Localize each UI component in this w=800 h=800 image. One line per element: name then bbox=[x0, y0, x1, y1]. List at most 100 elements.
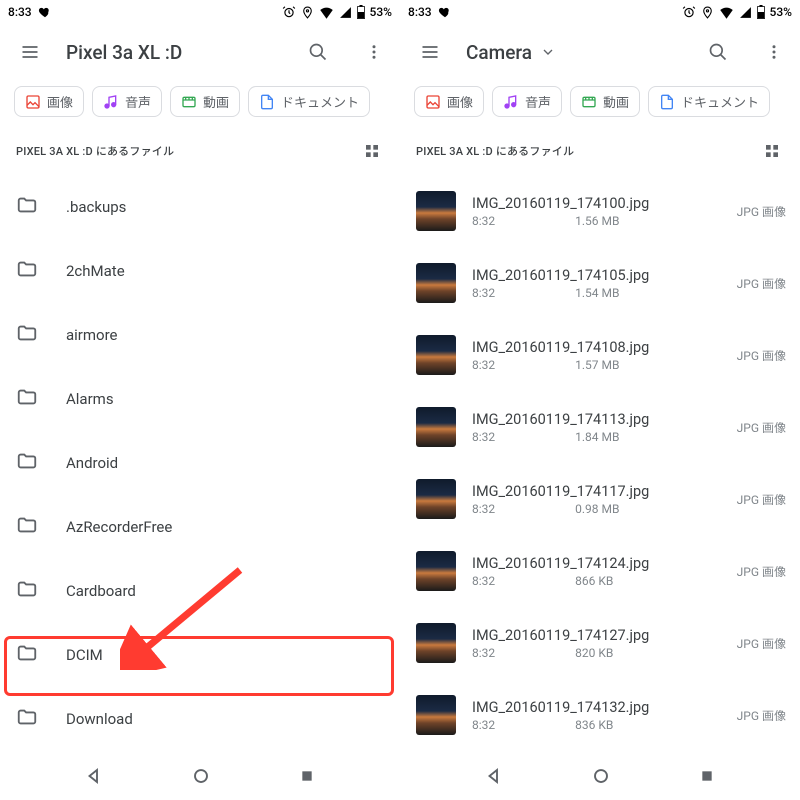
file-size: 1.56 MB bbox=[575, 214, 619, 228]
overflow-button[interactable] bbox=[354, 32, 394, 72]
app-bar: Camera bbox=[400, 24, 800, 80]
file-row[interactable]: IMG_20160119_174117.jpg 8:320.98 MB JPG 画像 bbox=[400, 463, 800, 535]
chip-label: 画像 bbox=[47, 92, 73, 111]
signal-icon bbox=[739, 6, 752, 19]
heart-icon bbox=[438, 5, 452, 19]
nav-bar bbox=[0, 756, 400, 800]
folder-icon bbox=[16, 258, 38, 284]
file-meta: 8:320.98 MB bbox=[472, 502, 729, 516]
file-thumbnail bbox=[416, 335, 456, 375]
file-type: JPG 画像 bbox=[737, 491, 786, 508]
chip-image[interactable]: 画像 bbox=[14, 86, 84, 117]
folder-row[interactable]: .backups bbox=[0, 175, 400, 239]
overflow-button[interactable] bbox=[754, 32, 794, 72]
location-icon bbox=[701, 6, 714, 19]
file-size: 866 KB bbox=[575, 574, 613, 588]
nav-home-button[interactable] bbox=[592, 767, 610, 789]
folder-row[interactable]: Android bbox=[0, 431, 400, 495]
chip-label: ドキュメント bbox=[281, 92, 359, 111]
page-title-dropdown[interactable]: Camera bbox=[466, 41, 556, 64]
file-thumbnail bbox=[416, 407, 456, 447]
folder-row[interactable]: Alarms bbox=[0, 367, 400, 431]
search-button[interactable] bbox=[698, 32, 738, 72]
file-thumbnail bbox=[416, 695, 456, 735]
file-time: 8:32 bbox=[472, 574, 495, 588]
file-info: IMG_20160119_174117.jpg 8:320.98 MB bbox=[472, 483, 729, 516]
folder-icon bbox=[16, 322, 38, 348]
title-text: Camera bbox=[466, 41, 532, 64]
battery-pct: 53% bbox=[370, 5, 392, 19]
filter-chips: 画像 音声 動画 ドキュメント bbox=[400, 80, 800, 127]
chip-label: 動画 bbox=[603, 92, 629, 111]
menu-button[interactable] bbox=[410, 32, 450, 72]
chip-video[interactable]: 動画 bbox=[570, 86, 640, 117]
wifi-icon bbox=[319, 6, 334, 19]
menu-button[interactable] bbox=[10, 32, 50, 72]
file-info: IMG_20160119_174100.jpg8:321.56 MB bbox=[472, 195, 729, 228]
file-row[interactable]: IMG_20160119_174124.jpg8:32866 KBJPG 画像 bbox=[400, 535, 800, 607]
file-meta: 8:321.54 MB bbox=[472, 286, 729, 300]
file-name: IMG_20160119_174132.jpg bbox=[472, 699, 729, 716]
nav-recent-button[interactable] bbox=[299, 768, 315, 788]
folder-row[interactable]: AzRecorderFree bbox=[0, 495, 400, 559]
file-list: IMG_20160119_174100.jpg8:321.56 MBJPG 画像… bbox=[400, 175, 800, 756]
nav-recent-button[interactable] bbox=[699, 768, 715, 788]
nav-back-button[interactable] bbox=[85, 767, 103, 789]
file-info: IMG_20160119_174105.jpg8:321.54 MB bbox=[472, 267, 729, 300]
file-thumbnail bbox=[416, 263, 456, 303]
file-row[interactable]: IMG_20160119_174127.jpg8:32820 KBJPG 画像 bbox=[400, 607, 800, 679]
view-toggle-button[interactable] bbox=[358, 137, 386, 165]
location-text: PIXEL 3A XL :D にあるファイル bbox=[416, 143, 574, 159]
search-button[interactable] bbox=[298, 32, 338, 72]
file-row[interactable]: IMG_20160119_174113.jpg8:321.84 MBJPG 画像 bbox=[400, 391, 800, 463]
status-time: 8:33 bbox=[8, 5, 32, 19]
file-row[interactable]: IMG_20160119_174105.jpg8:321.54 MB JPG 画像 bbox=[400, 247, 800, 319]
file-size: 1.84 MB bbox=[575, 430, 619, 444]
app-bar: Pixel 3a XL :D bbox=[0, 24, 400, 80]
page-title[interactable]: Pixel 3a XL :D bbox=[66, 41, 182, 64]
chip-image[interactable]: 画像 bbox=[414, 86, 484, 117]
folder-icon bbox=[16, 514, 38, 540]
folder-name: Cardboard bbox=[66, 582, 136, 600]
file-row[interactable]: IMG_20160119_174108.jpg8:321.57 MBJPG 画像 bbox=[400, 319, 800, 391]
folder-name: Alarms bbox=[66, 390, 114, 408]
nav-back-button[interactable] bbox=[485, 767, 503, 789]
location-text: PIXEL 3A XL :D にあるファイル bbox=[16, 143, 174, 159]
title-text: Pixel 3a XL :D bbox=[66, 41, 182, 64]
file-size: 1.54 MB bbox=[575, 286, 619, 300]
location-icon bbox=[301, 6, 314, 19]
file-size: 820 KB bbox=[575, 646, 613, 660]
alarm-icon bbox=[682, 5, 696, 19]
file-type: JPG 画像 bbox=[737, 275, 786, 292]
file-name: IMG_20160119_174117.jpg bbox=[472, 483, 729, 500]
file-name: IMG_20160119_174113.jpg bbox=[472, 411, 729, 428]
chip-label: 音声 bbox=[525, 92, 551, 111]
view-toggle-button[interactable] bbox=[758, 137, 786, 165]
chip-audio[interactable]: 音声 bbox=[492, 86, 562, 117]
file-meta: 8:32820 KB bbox=[472, 646, 729, 660]
file-name: IMG_20160119_174100.jpg bbox=[472, 195, 729, 212]
file-info: IMG_20160119_174108.jpg8:321.57 MB bbox=[472, 339, 729, 372]
chip-document[interactable]: ドキュメント bbox=[248, 86, 370, 117]
status-bar: 8:33 53% bbox=[400, 0, 800, 24]
folder-row[interactable]: 2chMate bbox=[0, 239, 400, 303]
chip-label: 画像 bbox=[447, 92, 473, 111]
battery-pct: 53% bbox=[770, 5, 792, 19]
chip-document[interactable]: ドキュメント bbox=[648, 86, 770, 117]
folder-row[interactable]: Download bbox=[0, 687, 400, 751]
nav-home-button[interactable] bbox=[192, 767, 210, 789]
folder-name: AzRecorderFree bbox=[66, 518, 172, 536]
file-time: 8:32 bbox=[472, 430, 495, 444]
location-row: PIXEL 3A XL :D にあるファイル bbox=[0, 127, 400, 175]
file-thumbnail bbox=[416, 479, 456, 519]
chip-video[interactable]: 動画 bbox=[170, 86, 240, 117]
location-row: PIXEL 3A XL :D にあるファイル bbox=[400, 127, 800, 175]
file-row[interactable]: IMG_20160119_174100.jpg8:321.56 MBJPG 画像 bbox=[400, 175, 800, 247]
file-info: IMG_20160119_174132.jpg8:32836 KB bbox=[472, 699, 729, 732]
folder-row[interactable]: DCIM bbox=[0, 623, 400, 687]
file-row[interactable]: IMG_20160119_174132.jpg8:32836 KBJPG 画像 bbox=[400, 679, 800, 751]
alarm-icon bbox=[282, 5, 296, 19]
folder-row[interactable]: airmore bbox=[0, 303, 400, 367]
folder-row[interactable]: Cardboard bbox=[0, 559, 400, 623]
chip-audio[interactable]: 音声 bbox=[92, 86, 162, 117]
